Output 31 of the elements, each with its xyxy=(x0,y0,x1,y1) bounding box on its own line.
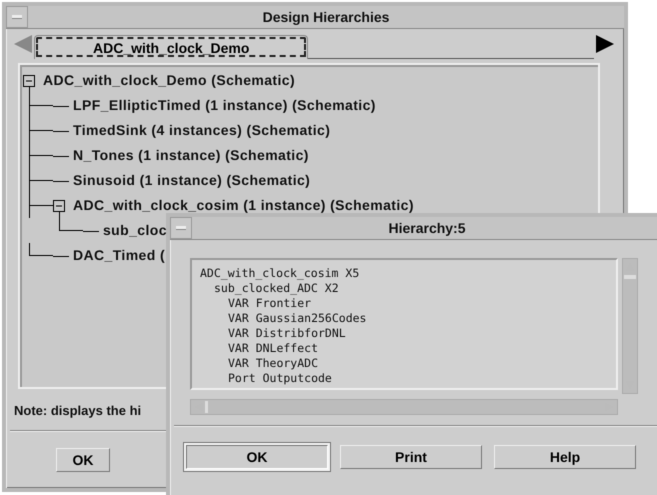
listing-line: sub_clocked_ADC X2 xyxy=(214,281,339,295)
listing-line: VAR DNLeffect xyxy=(228,341,318,355)
tree-item[interactable]: sub_cloc xyxy=(103,218,167,243)
tree-item[interactable]: Sinusoid (1 instance) (Schematic) xyxy=(73,168,310,193)
tab[interactable]: ADC_with_clock_Demo xyxy=(34,35,308,59)
left-arrow-icon[interactable] xyxy=(12,33,34,55)
tree-item[interactable]: TimedSink (4 instances) (Schematic) xyxy=(73,118,330,143)
vertical-scrollbar[interactable] xyxy=(622,258,638,394)
tree-item[interactable]: ADC_with_clock_Demo (Schematic) xyxy=(43,68,296,93)
dialog-button[interactable]: Help xyxy=(494,445,636,469)
horizontal-scrollbar[interactable] xyxy=(190,399,618,415)
expand-toggle-icon[interactable] xyxy=(53,200,65,212)
listing-line: VAR DistribforDNL xyxy=(228,326,346,340)
listing-line: VAR Frontier xyxy=(228,296,312,310)
listing-line: ADC_with_clock_cosim X5 xyxy=(200,266,360,280)
tree-item[interactable]: DAC_Timed ( xyxy=(73,243,166,268)
tree-item[interactable]: LPF_EllipticTimed (1 instance) (Schematic) xyxy=(73,93,376,118)
note-text: Note: displays the hi xyxy=(14,403,142,418)
dialog-button[interactable]: Print xyxy=(340,445,482,469)
ok-button[interactable]: OK xyxy=(56,448,110,472)
listing-line: Port Outputcode xyxy=(228,371,332,385)
expand-toggle-icon[interactable] xyxy=(23,74,35,86)
window-title: Hierarchy:5 xyxy=(387,219,467,238)
window-menu-button[interactable] xyxy=(6,6,28,28)
listing-line: VAR Gaussian256Codes xyxy=(228,311,366,325)
listing-line: VAR TheoryADC xyxy=(228,356,318,370)
dialog-button[interactable]: OK xyxy=(186,445,328,469)
tree-item[interactable]: N_Tones (1 instance) (Schematic) xyxy=(73,143,309,168)
window-title: Design Hierarchies xyxy=(262,8,390,27)
right-arrow-icon[interactable] xyxy=(594,33,616,55)
window-menu-button[interactable] xyxy=(170,217,192,239)
